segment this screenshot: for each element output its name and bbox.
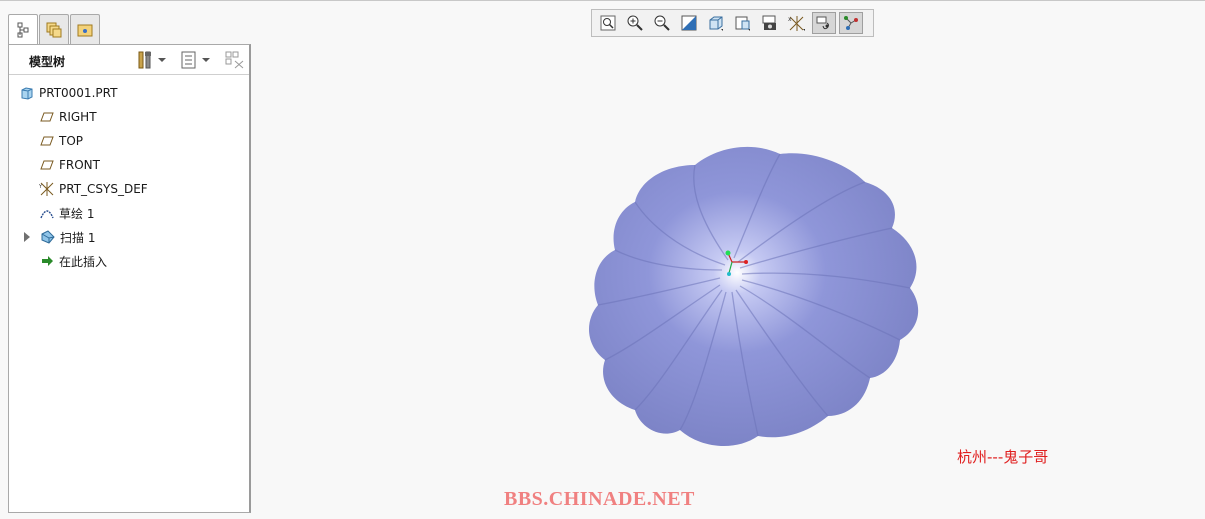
tree-item-csys[interactable]: Y PRT_CSYS_DEF <box>39 179 148 199</box>
chevron-down-icon <box>202 58 210 62</box>
datum-display-icon: x <box>788 16 805 31</box>
sweep-icon <box>40 229 56 245</box>
swept-blob-body <box>588 146 919 447</box>
datum-display-button[interactable]: x <box>785 12 809 34</box>
model-tree-icon <box>17 22 29 38</box>
datum-plane-icon <box>39 133 55 149</box>
author-watermark: 杭州---鬼子哥 <box>957 448 1049 466</box>
tree-filter-button[interactable] <box>225 50 245 70</box>
tree-item-label: RIGHT <box>59 110 97 124</box>
part-icon <box>19 85 35 101</box>
zoom-in-button[interactable] <box>623 12 647 34</box>
chevron-down-icon <box>158 58 166 62</box>
model-tree-panel: 模型树 PRT0001.PRT RIGHT TOP FRONT Y PRT_CS… <box>8 44 251 513</box>
zoom-out-icon <box>654 15 670 31</box>
insert-here-arrow-icon <box>39 253 55 269</box>
part-model-viewport[interactable] <box>580 140 925 455</box>
graphics-toolbar: x <box>591 9 874 37</box>
window-top-border <box>0 0 1205 1</box>
zoom-out-button[interactable] <box>650 12 674 34</box>
model-tree-tab[interactable] <box>8 14 38 45</box>
tree-item-right[interactable]: RIGHT <box>39 107 97 127</box>
datum-plane-icon <box>39 109 55 125</box>
show-options-button[interactable] <box>181 50 210 70</box>
view-manager-icon <box>762 15 776 30</box>
sketch-icon <box>39 205 55 221</box>
tree-item-label: 草绘 1 <box>59 206 95 221</box>
coordinate-system-icon: Y <box>39 181 55 197</box>
layers-tab[interactable] <box>39 14 69 44</box>
layers-icon <box>46 22 62 37</box>
tree-item-label: PRT0001.PRT <box>39 86 118 100</box>
tree-item-label: 扫描 1 <box>60 230 96 245</box>
spin-center-button[interactable] <box>812 12 836 34</box>
tree-item-part[interactable]: PRT0001.PRT <box>19 83 117 103</box>
repaint-button[interactable] <box>677 12 701 34</box>
zoom-in-icon <box>627 15 643 31</box>
refit-button[interactable] <box>596 12 620 34</box>
favorites-folder-icon <box>77 24 93 36</box>
list-options-icon <box>181 51 196 69</box>
expand-arrow-icon[interactable] <box>24 232 30 242</box>
panel-title: 模型树 <box>29 55 66 69</box>
tree-filter-icon <box>225 51 244 69</box>
display-style-button[interactable] <box>704 12 728 34</box>
saved-views-button[interactable] <box>731 12 755 34</box>
tree-item-front[interactable]: FRONT <box>39 155 100 175</box>
folder-browser-tab[interactable] <box>70 14 100 44</box>
datum-plane-icon <box>39 157 55 173</box>
tree-item-top[interactable]: TOP <box>39 131 83 151</box>
repaint-icon <box>681 15 697 31</box>
annotation-display-icon <box>844 16 858 30</box>
tree-item-insert-here[interactable]: 在此插入 <box>39 251 107 271</box>
tree-item-sweep[interactable]: 扫描 1 <box>9 227 249 247</box>
tree-item-label: TOP <box>59 134 84 148</box>
display-style-icon <box>709 16 723 31</box>
tools-icon <box>138 51 151 69</box>
tree-item-label: FRONT <box>59 158 100 172</box>
tree-item-sketch[interactable]: 草绘 1 <box>39 203 94 223</box>
saved-views-icon <box>735 16 750 31</box>
refit-icon <box>600 15 616 31</box>
model-tree-header: 模型树 <box>9 45 249 75</box>
annotation-display-button[interactable] <box>839 12 863 34</box>
view-manager-button[interactable] <box>758 12 782 34</box>
tree-item-label: 在此插入 <box>59 254 108 269</box>
spin-center-icon <box>816 16 829 30</box>
navigator-tabs <box>8 14 101 45</box>
site-watermark: BBS.CHINADE.NET <box>504 488 695 510</box>
settings-tools-button[interactable] <box>137 50 166 70</box>
tree-item-label: PRT_CSYS_DEF <box>59 182 148 196</box>
svg-text:x: x <box>788 16 792 23</box>
